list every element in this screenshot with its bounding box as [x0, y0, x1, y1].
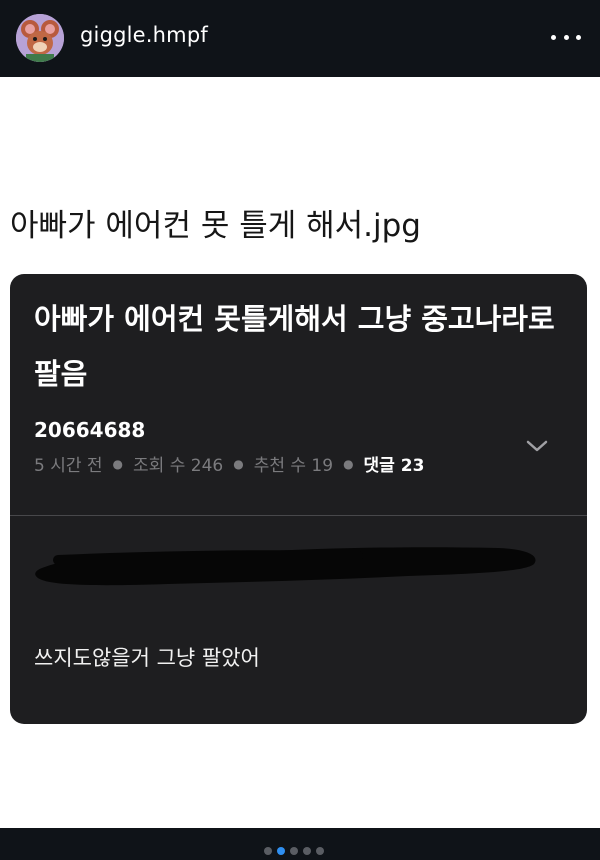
recommend-count: 추천 수 19 — [253, 456, 334, 476]
card-title: 아빠가 에어컨 못틀게해서 그냥 중고나라로 팔음 — [34, 302, 555, 391]
carousel-dot[interactable] — [264, 847, 272, 855]
more-options-icon[interactable] — [551, 33, 581, 41]
avatar[interactable] — [16, 14, 64, 62]
view-count: 조회 수 246 — [133, 456, 224, 476]
username[interactable]: giggle.hmpf — [80, 23, 208, 47]
carousel-dot-active[interactable] — [277, 847, 285, 855]
carousel-dot[interactable] — [316, 847, 324, 855]
more-dot — [551, 34, 556, 40]
screenshot-card: 아빠가 에어컨 못틀게해서 그냥 중고나라로 팔음 20664688 5 시간 … — [10, 274, 587, 724]
carousel-bar — [0, 828, 600, 860]
carousel-dots — [264, 847, 324, 855]
carousel-dot[interactable] — [303, 847, 311, 855]
post-time: 5 시간 전 — [34, 456, 103, 476]
redaction-scribble — [35, 547, 536, 586]
divider — [10, 515, 587, 516]
cartoon-mouse-icon — [16, 14, 64, 62]
chevron-down-icon[interactable] — [522, 434, 552, 458]
carousel-dot[interactable] — [290, 847, 298, 855]
more-dot — [563, 34, 569, 40]
meta-separator: ● — [233, 456, 244, 471]
post-meta: 5 시간 전 ● 조회 수 246 ● 추천 수 19 ● 댓글 23 — [34, 451, 424, 476]
more-dot — [576, 34, 581, 40]
post-body: 쓰지도않을거 그냥 팔았어 — [34, 646, 260, 670]
meta-separator: ● — [112, 456, 124, 471]
post-id: 20664688 — [34, 418, 146, 442]
post-header: giggle.hmpf — [0, 0, 600, 77]
comment-count: 댓글 23 — [363, 456, 425, 476]
post-caption: 아빠가 에어컨 못 틀게 해서.jpg — [10, 208, 421, 244]
meta-separator: ● — [343, 456, 354, 471]
